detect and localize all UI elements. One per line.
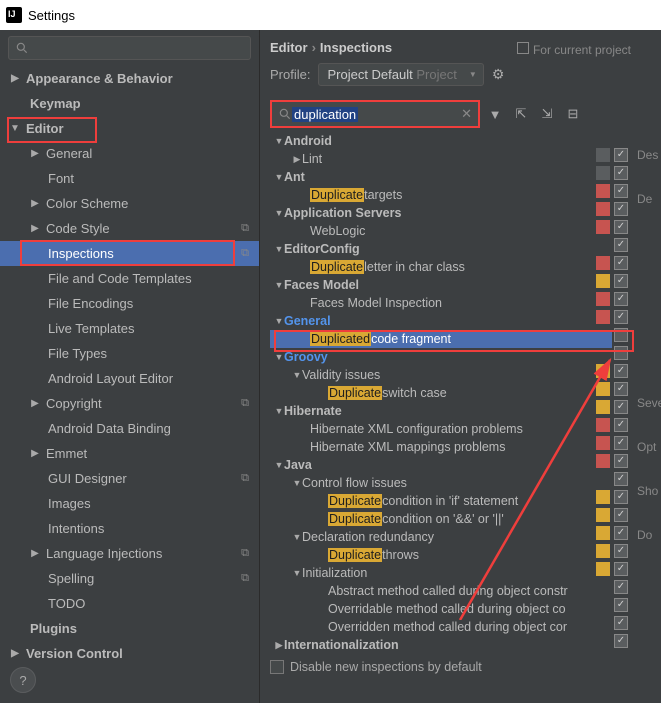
settings-tree: ▶Appearance & Behavior Keymap ▼Editor ▶G… bbox=[0, 66, 259, 703]
tree-images[interactable]: Images bbox=[0, 491, 259, 516]
insp-hib2[interactable]: Hibernate XML mappings problems bbox=[270, 438, 612, 456]
copy-icon: ⧉ bbox=[241, 572, 249, 585]
insp-lint[interactable]: ▶Lint bbox=[270, 150, 612, 168]
tree-codestyle[interactable]: ▶Code Style⧉ bbox=[0, 216, 259, 241]
insp-hib1[interactable]: Hibernate XML configuration problems bbox=[270, 420, 612, 438]
insp-condif[interactable]: Duplicate condition in 'if' statement bbox=[270, 492, 612, 510]
tree-filetypes[interactable]: File Types bbox=[0, 341, 259, 366]
tree-layout[interactable]: Android Layout Editor bbox=[0, 366, 259, 391]
tree-spelling[interactable]: Spelling⧉ bbox=[0, 566, 259, 591]
tree-plugins[interactable]: Plugins bbox=[0, 616, 259, 641]
copy-icon: ⧉ bbox=[241, 472, 249, 485]
insp-abs[interactable]: Abstract method called during object con… bbox=[270, 582, 612, 600]
inspections-tree: ▼Android ▶Lint ▼Ant Duplicate targets ▼A… bbox=[270, 132, 612, 654]
profile-select[interactable]: Project Default Project bbox=[318, 63, 483, 86]
profile-label: Profile: bbox=[270, 67, 310, 82]
tree-color[interactable]: ▶Color Scheme bbox=[0, 191, 259, 216]
insp-decl[interactable]: ▼Declaration redundancy bbox=[270, 528, 612, 546]
insp-groovy[interactable]: ▼Groovy bbox=[270, 348, 612, 366]
collapse-icon[interactable]: ⇲ bbox=[536, 103, 558, 125]
clear-icon[interactable]: ✕ bbox=[461, 106, 472, 122]
tree-vcs[interactable]: ▶Version Control bbox=[0, 641, 259, 666]
insp-facesinsp[interactable]: Faces Model Inspection bbox=[270, 294, 612, 312]
copy-icon: ⧉ bbox=[241, 222, 249, 235]
insp-dup-targets[interactable]: Duplicate targets bbox=[270, 186, 612, 204]
reset-icon[interactable]: ⊟ bbox=[562, 103, 584, 125]
insp-intl[interactable]: ▶Internationalization bbox=[270, 636, 612, 654]
insp-android[interactable]: ▼Android bbox=[270, 132, 612, 150]
for-project-label: For current project bbox=[517, 42, 631, 57]
sidebar-search[interactable] bbox=[8, 36, 251, 60]
tree-copyright[interactable]: ▶Copyright⧉ bbox=[0, 391, 259, 416]
app-icon bbox=[6, 7, 22, 23]
tree-inspections[interactable]: Inspections⧉ bbox=[0, 241, 259, 266]
insp-ovd[interactable]: Overridden method called during object c… bbox=[270, 618, 612, 636]
gear-icon[interactable]: ⚙ bbox=[492, 66, 505, 83]
tree-keymap[interactable]: Keymap bbox=[0, 91, 259, 116]
severity-column bbox=[596, 148, 610, 652]
insp-init[interactable]: ▼Initialization bbox=[270, 564, 612, 582]
tree-intentions[interactable]: Intentions bbox=[0, 516, 259, 541]
title-bar: Settings bbox=[0, 0, 661, 30]
insp-general[interactable]: ▼General bbox=[270, 312, 612, 330]
insp-cflow[interactable]: ▼Control flow issues bbox=[270, 474, 612, 492]
copy-icon: ⧉ bbox=[241, 547, 249, 560]
tree-gui[interactable]: GUI Designer⧉ bbox=[0, 466, 259, 491]
search-icon bbox=[278, 107, 292, 121]
tree-general[interactable]: ▶General bbox=[0, 141, 259, 166]
tree-todo[interactable]: TODO bbox=[0, 591, 259, 616]
search-text: duplication bbox=[292, 107, 358, 122]
window-title: Settings bbox=[28, 8, 75, 23]
settings-sidebar: ▶Appearance & Behavior Keymap ▼Editor ▶G… bbox=[0, 30, 260, 703]
insp-switch[interactable]: Duplicate switch case bbox=[270, 384, 612, 402]
checkbox-column: ✓✓ ✓✓ ✓✓ ✓✓ ✓✓ ✓✓ ✓✓ ✓✓ ✓✓ ✓✓ ✓✓ ✓✓ ✓✓ bbox=[614, 148, 630, 652]
insp-validity[interactable]: ▼Validity issues bbox=[270, 366, 612, 384]
tree-emmet[interactable]: ▶Emmet bbox=[0, 441, 259, 466]
tree-databind[interactable]: Android Data Binding bbox=[0, 416, 259, 441]
right-meta-panel: DesDe SeveOpt ShoDo bbox=[633, 148, 661, 572]
insp-java[interactable]: ▼Java bbox=[270, 456, 612, 474]
filter-icon[interactable]: ▼ bbox=[484, 103, 506, 125]
tree-encodings[interactable]: File Encodings bbox=[0, 291, 259, 316]
insp-condand[interactable]: Duplicate condition on '&&' or '||' bbox=[270, 510, 612, 528]
tree-lang[interactable]: ▶Language Injections⧉ bbox=[0, 541, 259, 566]
insp-ovr[interactable]: Overridable method called during object … bbox=[270, 600, 612, 618]
search-icon bbox=[15, 41, 29, 55]
insp-weblogic[interactable]: WebLogic bbox=[270, 222, 612, 240]
checkbox-icon bbox=[270, 660, 284, 674]
insp-codefrag[interactable]: Duplicated code fragment bbox=[270, 330, 612, 348]
tree-appearance[interactable]: ▶Appearance & Behavior bbox=[0, 66, 259, 91]
inspection-search[interactable]: duplication ✕ bbox=[270, 100, 480, 128]
tree-templates[interactable]: File and Code Templates bbox=[0, 266, 259, 291]
insp-editorconfig[interactable]: ▼EditorConfig bbox=[270, 240, 612, 258]
insp-faces[interactable]: ▼Faces Model bbox=[270, 276, 612, 294]
insp-hibernate[interactable]: ▼Hibernate bbox=[270, 402, 612, 420]
help-button[interactable]: ? bbox=[10, 667, 36, 693]
tree-font[interactable]: Font bbox=[0, 166, 259, 191]
copy-icon: ⧉ bbox=[241, 397, 249, 410]
tree-live[interactable]: Live Templates bbox=[0, 316, 259, 341]
insp-appservers[interactable]: ▼Application Servers bbox=[270, 204, 612, 222]
tree-editor[interactable]: ▼Editor bbox=[0, 116, 259, 141]
insp-throws[interactable]: Duplicate throws bbox=[270, 546, 612, 564]
inspection-checkbox[interactable]: ✓ bbox=[614, 148, 628, 162]
insp-letter[interactable]: Duplicate letter in char class bbox=[270, 258, 612, 276]
copy-icon: ⧉ bbox=[241, 247, 249, 260]
disable-new-checkbox[interactable]: Disable new inspections by default bbox=[270, 660, 661, 674]
insp-ant[interactable]: ▼Ant bbox=[270, 168, 612, 186]
expand-icon[interactable]: ⇱ bbox=[510, 103, 532, 125]
